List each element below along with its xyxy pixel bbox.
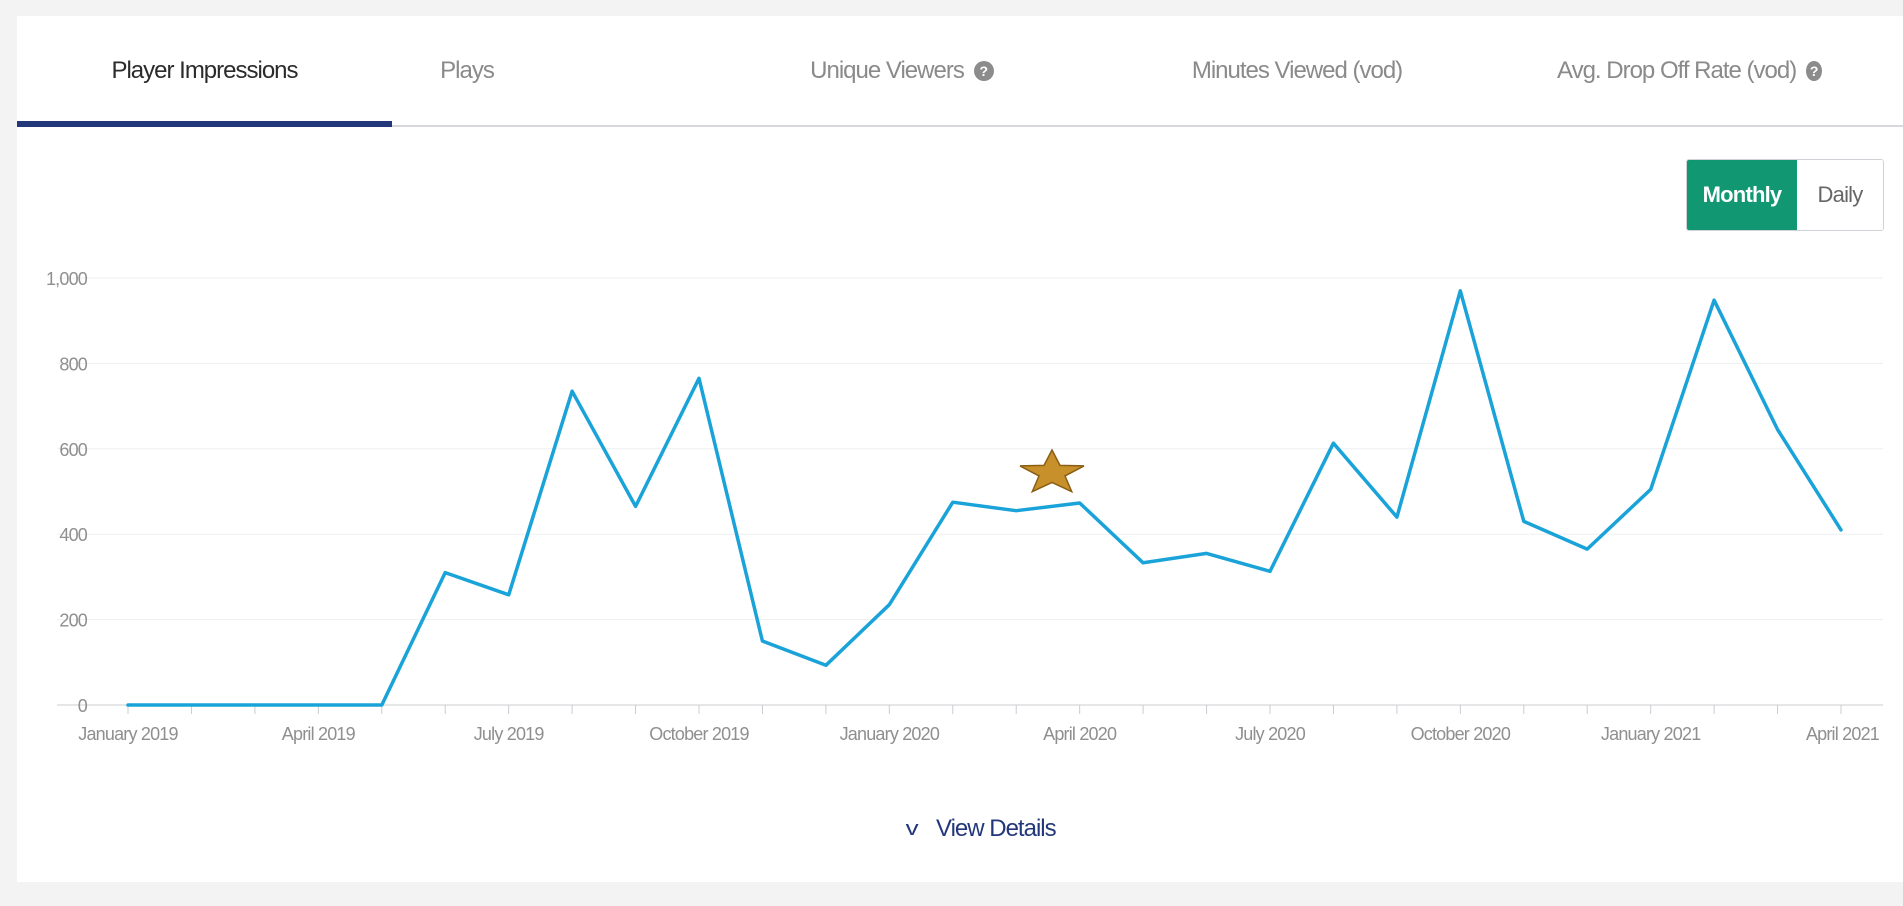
y-tick-label: 200 (59, 611, 87, 631)
x-tick-label: July 2019 (474, 724, 545, 744)
view-details-link[interactable]: v View Details (905, 811, 1057, 847)
x-tick-label: January 2021 (1601, 724, 1701, 744)
y-tick-label: 600 (59, 440, 87, 460)
star-icon (1019, 448, 1085, 494)
x-tick-label: April 2021 (1806, 724, 1880, 744)
x-tick-label: January 2020 (840, 724, 940, 744)
x-tick-label: April 2019 (282, 724, 356, 744)
x-tick-label: October 2019 (649, 724, 749, 744)
x-tick-label: July 2020 (1235, 724, 1306, 744)
y-tick-label: 1,000 (46, 269, 88, 289)
analytics-panel: Player Impressions Plays Unique Viewers … (17, 16, 1903, 882)
x-tick-label: October 2020 (1411, 724, 1511, 744)
chevron-down-icon: v (905, 817, 919, 840)
x-tick-label: April 2020 (1043, 724, 1117, 744)
series-line (126, 289, 1843, 707)
y-tick-label: 800 (59, 354, 87, 374)
y-tick-label: 400 (59, 525, 87, 545)
player-impressions-chart: 0 200 400 600 800 1,000 January 2019 April 2019… (46, 269, 1883, 744)
view-details-label: View Details (936, 815, 1057, 842)
x-tick-label: January 2019 (78, 724, 178, 744)
y-tick-label: 0 (78, 696, 88, 716)
